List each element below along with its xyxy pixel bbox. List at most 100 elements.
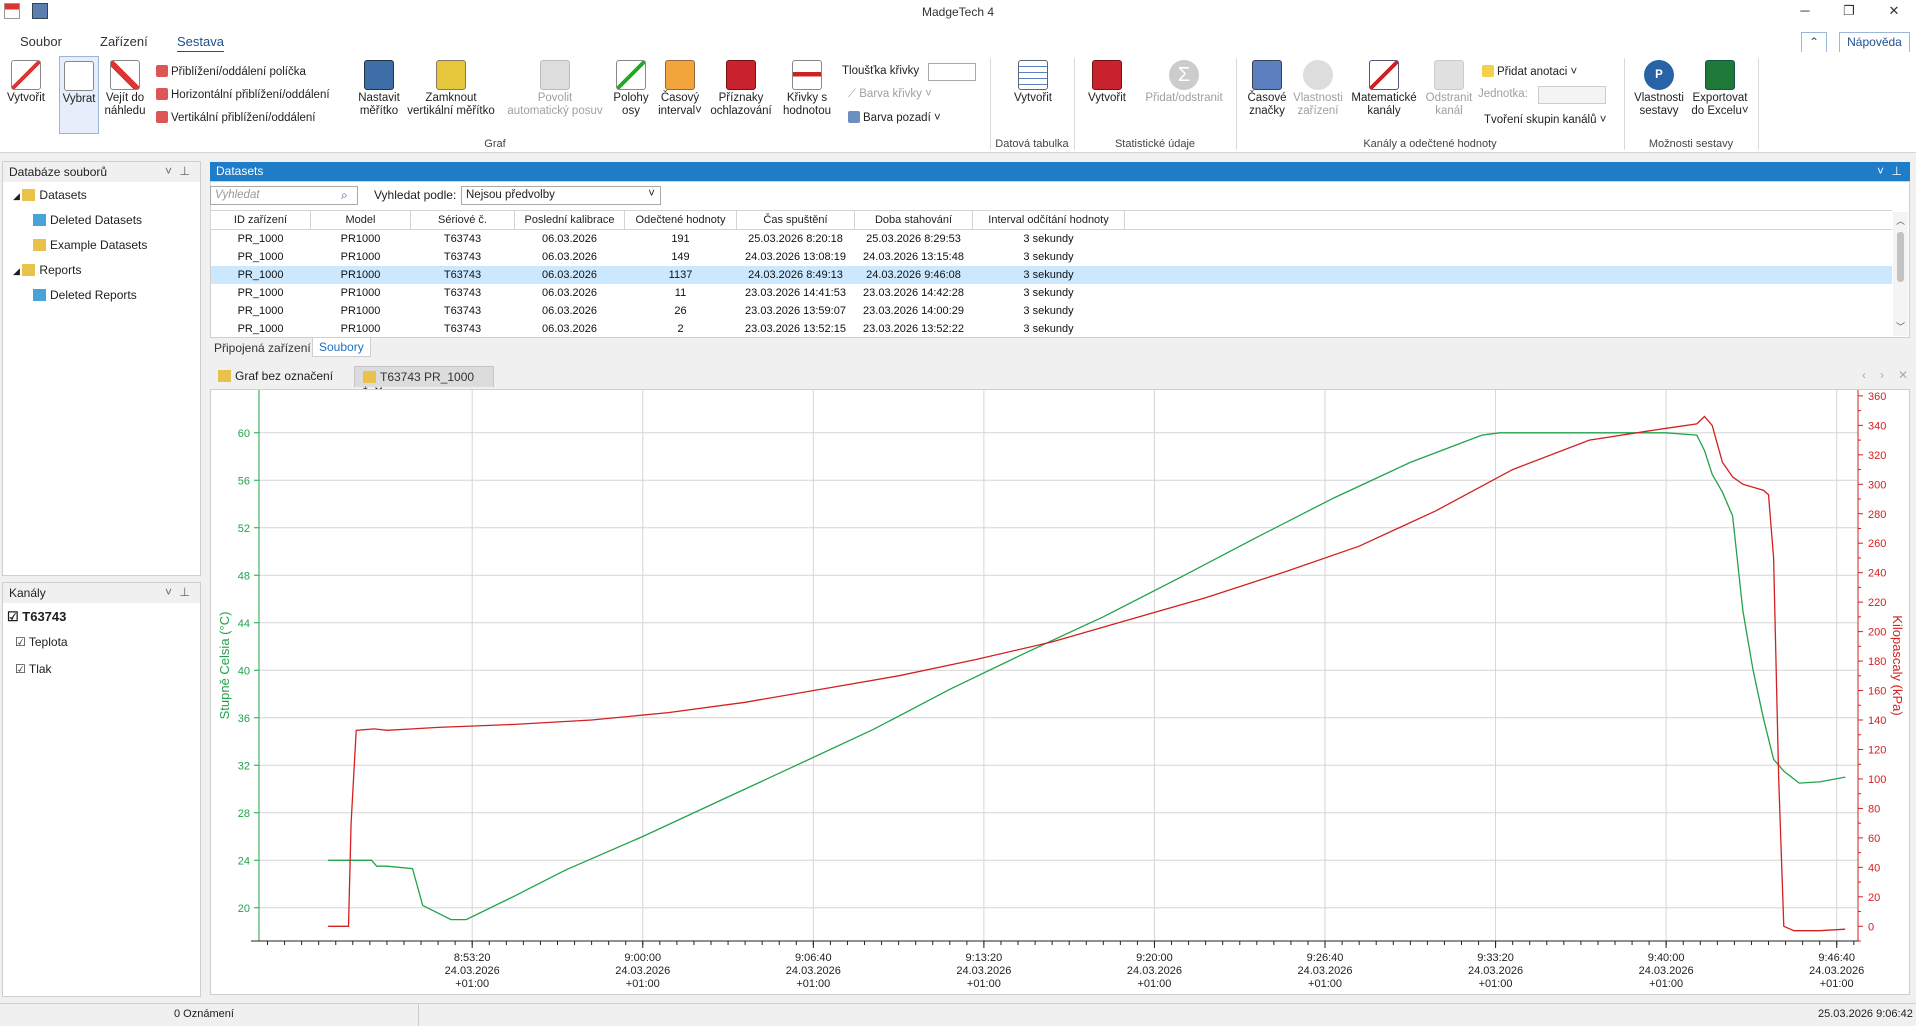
table-row[interactable]: PR_1000 PR1000 T63743 06.03.2026 26 23.03.202… (211, 302, 1893, 320)
zoom-box-button[interactable]: Přiblížení/oddálení políčka (156, 65, 306, 78)
chevron-down-icon[interactable]: ˅ (165, 164, 172, 178)
channel-item-temperature[interactable]: ☑ Teplota (15, 635, 68, 649)
column-header[interactable]: Odečtené hodnoty (624, 210, 737, 230)
pin-icon[interactable]: ⊥ (180, 164, 190, 178)
y-tick-label: 60 (238, 428, 250, 440)
collapse-ribbon-icon[interactable]: ⌃ (1801, 32, 1827, 53)
zoom-vertical-icon (156, 111, 168, 123)
fit-preview-button[interactable]: Vejít do náhledu (103, 60, 147, 118)
table-cell: PR_1000 (237, 286, 284, 299)
add-remove-stats-button[interactable]: Σ Přidat/odstranit (1138, 60, 1230, 105)
scroll-up-icon[interactable]: ︿ (1896, 214, 1905, 227)
tab-connected-devices[interactable]: Připojená zařízení (214, 341, 311, 355)
status-bar: 0 Oznámení 25.03.2026 9:06:42 (0, 1003, 1916, 1026)
chart-svg[interactable]: 20242832364044485256608:53:2024.03.2026+… (211, 390, 1909, 994)
report-properties-button[interactable]: P Vlastnosti sestavy (1630, 60, 1688, 118)
select-button[interactable]: Vybrat (59, 56, 99, 134)
menu-soubor[interactable]: Soubor (20, 34, 62, 49)
group-label-graph: Graf (484, 138, 506, 150)
table-row[interactable]: PR_1000 PR1000 T63743 06.03.2026 191 25.03.20… (211, 230, 1893, 248)
background-color-button[interactable]: Barva pozadí ˅ (848, 111, 941, 124)
scroll-down-icon[interactable]: ﹀ (1896, 320, 1905, 333)
chevron-down-icon[interactable]: ˅ (165, 585, 172, 599)
tree-item-datasets[interactable]: ◢ Datasets (13, 188, 87, 202)
zoom-horizontal-button[interactable]: Horizontální přiblížení/oddálení (156, 88, 330, 101)
time-marks-button[interactable]: Časové značky (1244, 60, 1290, 118)
chevron-down-icon[interactable]: ˅ (1877, 164, 1884, 178)
restore-icon[interactable]: ❐ (1838, 2, 1860, 20)
table-cell: 1137 (624, 265, 737, 284)
time-interval-button[interactable]: Časový interval˅ (655, 60, 705, 118)
line-graph-icon (11, 60, 41, 90)
ribbon-separator (1758, 58, 1759, 150)
checkbox-checked-icon[interactable]: ☑ (15, 662, 29, 676)
search-by-select[interactable]: Nejsou předvolby ˅ (461, 186, 661, 205)
chart-area[interactable]: 20 24 28 32 36 40 44 48 52 56 60 8:53:20 24.03.2026 +… (210, 389, 1910, 995)
remove-channel-button[interactable]: Odstranit kanál (1422, 60, 1476, 118)
column-header[interactable]: Doba stahování (854, 210, 973, 230)
minimize-icon[interactable]: ─ (1794, 2, 1816, 20)
notifications[interactable]: 0 Oznámení (174, 1008, 234, 1020)
search-input[interactable]: Vyhledat (210, 186, 358, 205)
pin-icon[interactable]: ⊥ (180, 585, 190, 599)
column-header[interactable]: Model (310, 210, 411, 230)
chevron-right-icon[interactable]: › (1880, 368, 1884, 382)
table-row[interactable]: PR_1000 PR1000 T63743 06.03.2026 1137 24.03.2… (210, 265, 1892, 284)
lock-scale-button[interactable]: Zamknout vertikální měřítko (405, 60, 497, 118)
create-table-button[interactable]: Vytvořit (1004, 60, 1062, 105)
search-by-label: Vyhledat podle: (374, 188, 457, 202)
cooling-flags-button[interactable]: Příznaky ochlazování (708, 60, 774, 118)
channel-groups-button[interactable]: Tvoření skupin kanálů ˅ (1484, 114, 1606, 126)
curve-color-button[interactable]: ⟋ Barva křivky ˅ (848, 88, 932, 101)
create-stats-button[interactable]: Vytvořit (1082, 60, 1132, 105)
group-label-stats: Statistické údaje (1114, 138, 1196, 150)
add-annotation-button[interactable]: Přidat anotaci ˅ (1482, 65, 1577, 78)
help-button[interactable]: Nápověda (1839, 32, 1910, 53)
table-row[interactable]: PR_1000 PR1000 T63743 06.03.2026 2 23.03.2026… (211, 320, 1893, 337)
column-header[interactable]: ID zařízení (210, 210, 311, 230)
set-scale-button[interactable]: Nastavit měřítko (352, 60, 406, 118)
column-header[interactable]: Poslední kalibrace (514, 210, 625, 230)
channel-item-pressure[interactable]: ☑ Tlak (15, 662, 52, 676)
chevron-left-icon[interactable]: ‹ (1862, 368, 1866, 382)
tab-files[interactable]: Soubory (312, 338, 371, 357)
pin-icon[interactable]: ⊥ (1892, 164, 1902, 178)
table-scrollbar[interactable]: ︿ ﹀ (1893, 212, 1908, 336)
zoom-vertical-button[interactable]: Vertikální přiblížení/oddálení (156, 111, 315, 124)
scrollbar-thumb[interactable] (1897, 232, 1904, 282)
table-cell: 191 (671, 232, 690, 245)
checkbox-checked-icon[interactable]: ☑ (15, 635, 29, 649)
tree-item-example-datasets[interactable]: Example Datasets (33, 238, 147, 252)
math-channels-button[interactable]: Matematické kanály (1348, 60, 1420, 118)
menu-zarizeni[interactable]: Zařízení (100, 34, 148, 49)
tree-item-reports[interactable]: ◢ Reports (13, 263, 81, 277)
table-row[interactable]: PR_1000 PR1000 T63743 06.03.2026 149 24.03.20… (211, 248, 1893, 266)
device-properties-button[interactable]: Vlastnosti zařízení (1290, 60, 1346, 118)
unit-dropdown[interactable] (1538, 86, 1606, 104)
menu-sestava[interactable]: Sestava (177, 34, 224, 53)
export-excel-button[interactable]: Exportovat do Excelu˅ (1688, 60, 1752, 118)
y-tick-label: 52 (238, 523, 250, 535)
curves-with-value-button[interactable]: Křivky s hodnotou (777, 60, 837, 118)
tab-t63743[interactable]: T63743 PR_1000 *✕ (354, 366, 494, 398)
line-thickness-spinner[interactable] (928, 63, 976, 81)
table-row[interactable]: PR_1000 PR1000 T63743 06.03.2026 11 23.03.202… (211, 284, 1893, 302)
tree-item-deleted-datasets[interactable]: Deleted Datasets (33, 213, 142, 227)
close-icon[interactable]: ✕ (1883, 2, 1905, 20)
column-header[interactable]: Sériové č. (410, 210, 515, 230)
tab-untitled-graph[interactable]: Graf bez označení (210, 366, 344, 387)
close-icon[interactable]: ✕ (1898, 368, 1908, 382)
checkbox-checked-icon[interactable]: ☑ (7, 609, 22, 624)
table-cell: 06.03.2026 (541, 286, 598, 299)
create-graph-button[interactable]: Vytvořit (4, 60, 48, 105)
column-header[interactable]: Interval odčítání hodnoty (972, 210, 1125, 230)
channel-device[interactable]: ☑ T63743 (7, 609, 66, 625)
time-marks-icon (1252, 60, 1282, 90)
y2-tick-label: 80 (1868, 803, 1880, 815)
search-icon[interactable]: ⌕ (341, 188, 348, 203)
table-cell: 06.03.2026 (541, 304, 598, 317)
autoscroll-button[interactable]: Povolit automatický posuv (502, 60, 608, 118)
axis-positions-button[interactable]: Polohy osy (608, 60, 654, 118)
column-header[interactable]: Čas spuštění (736, 210, 855, 230)
tree-item-deleted-reports[interactable]: Deleted Reports (33, 288, 137, 302)
